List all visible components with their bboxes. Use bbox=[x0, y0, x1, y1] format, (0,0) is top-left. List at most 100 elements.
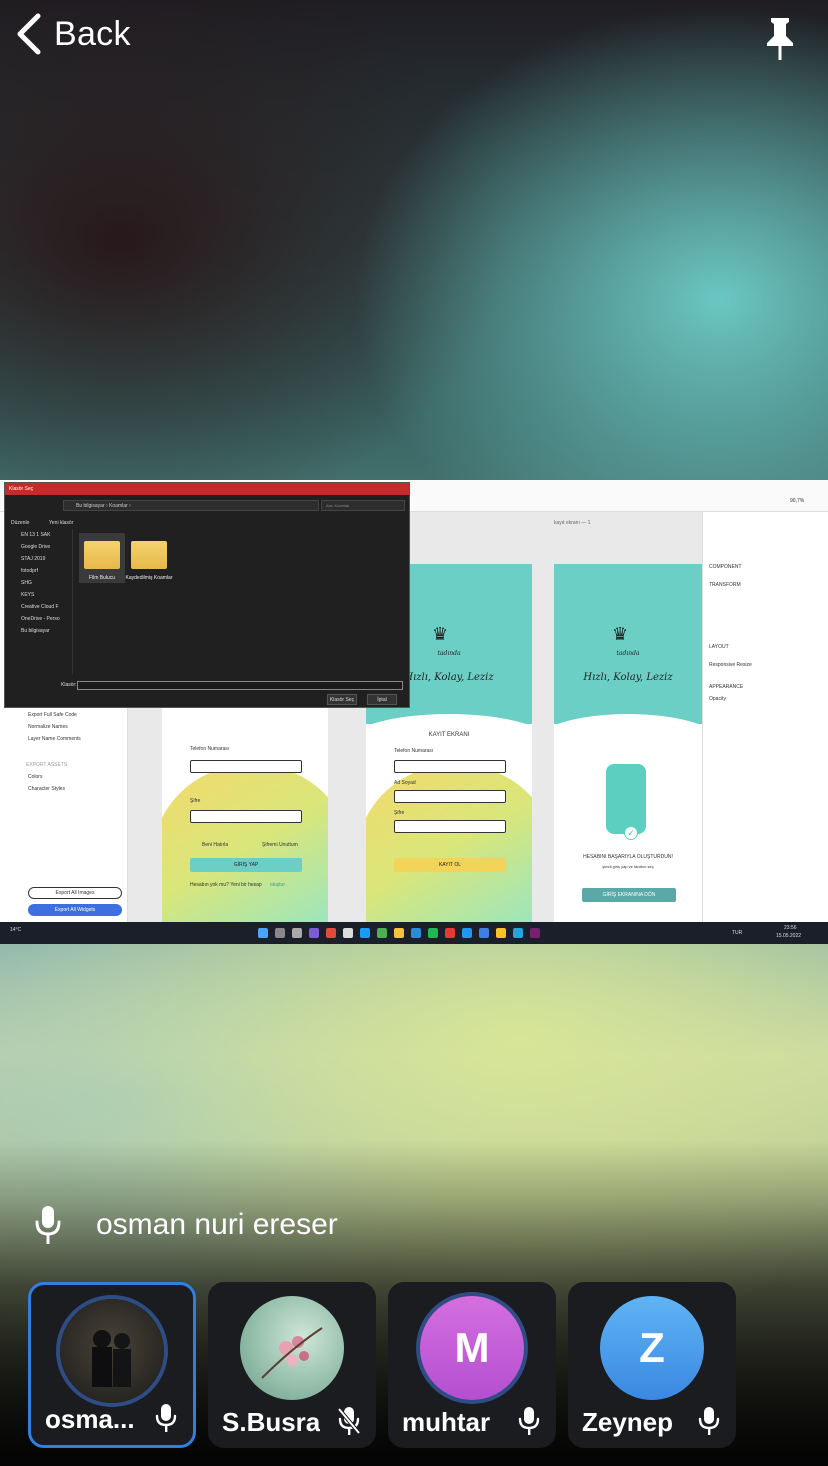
avatar bbox=[240, 1296, 344, 1400]
right-opacity: Opacity bbox=[709, 696, 726, 702]
left-item-0: Export Full Safe Code bbox=[28, 712, 77, 718]
cancel-button[interactable]: İptal bbox=[367, 694, 397, 705]
pin-icon[interactable] bbox=[762, 16, 798, 62]
taskbar-icons bbox=[258, 928, 540, 938]
filename-input[interactable] bbox=[77, 681, 403, 690]
microphone-icon bbox=[35, 1206, 61, 1244]
chef-hat-logo: ♛ bbox=[432, 624, 449, 644]
artboard-gradient bbox=[162, 764, 328, 924]
weather: 14°C bbox=[10, 927, 22, 933]
participant-name: S.Busra bbox=[222, 1407, 321, 1437]
participant-tile[interactable]: S.Busra bbox=[208, 1282, 376, 1448]
back-label: Back bbox=[54, 14, 131, 53]
lang-indicator: TUR bbox=[732, 930, 743, 936]
slogan: Hızlı, Kolay, Leziz bbox=[583, 672, 673, 683]
reg-name-label: Ad Soyad bbox=[394, 780, 416, 786]
participant-tile[interactable]: Z Zeynep bbox=[568, 1282, 736, 1448]
folder-icon[interactable] bbox=[131, 541, 167, 569]
reg-phone-field bbox=[394, 760, 506, 773]
clock-time: 23:56 bbox=[784, 925, 797, 931]
signup-footer: Hesabın yok mu? Yeni bir hesap bbox=[190, 882, 262, 888]
address-bar[interactable]: Bu bilgisayar › Koamlar › bbox=[63, 500, 319, 511]
shared-screen[interactable]: 90,7% Export Full Safe Code Normalize Na… bbox=[0, 480, 828, 944]
right-responsive: Responsive Resize bbox=[709, 662, 752, 668]
password-label: Şifre bbox=[190, 798, 201, 804]
chevron-left-icon bbox=[17, 13, 41, 55]
select-folder-button[interactable]: Klasör Seç bbox=[327, 694, 357, 705]
back-button[interactable]: Back bbox=[14, 12, 131, 56]
export-images-button[interactable]: Export All Images bbox=[28, 887, 122, 899]
right-component: COMPONENT bbox=[709, 564, 742, 570]
participant-name: Zeynep bbox=[582, 1407, 674, 1437]
clock-date: 15.05.2022 bbox=[776, 933, 802, 939]
avatar: M bbox=[420, 1296, 524, 1400]
dialog-sidebar: EN 13 1 SAK Google Drive STAJ 2019 fotod… bbox=[5, 529, 73, 675]
speaker-name: osman nuri ereser bbox=[96, 1208, 338, 1241]
sidebar-item[interactable]: STAJ 2019 bbox=[5, 553, 72, 565]
export-char-styles: Character Styles bbox=[28, 786, 65, 792]
toolbar-organize[interactable]: Düzenle bbox=[11, 520, 29, 526]
reg-password-label: Şifre bbox=[394, 810, 405, 816]
reg-name-field bbox=[394, 790, 506, 803]
sidebar-item[interactable]: OneDrive - Perso bbox=[5, 613, 72, 625]
password-field bbox=[190, 810, 302, 823]
success-title: HESABINI BAŞARIYLA OLUŞTURDUN! bbox=[583, 854, 673, 860]
success-sub: şimdi giriş yap ve tarafını seç bbox=[602, 864, 654, 869]
logo-word: tadında bbox=[616, 650, 640, 657]
artboard-success: ♛ tadında Hızlı, Kolay, Leziz ✓ HESABINI… bbox=[554, 564, 702, 924]
sidebar-item[interactable]: Google Drive bbox=[5, 541, 72, 553]
artboard-label: kayıt ekranı — 1 bbox=[554, 520, 591, 526]
microphone-icon bbox=[698, 1407, 720, 1435]
signup-link: oluştur bbox=[270, 882, 286, 888]
microphone-muted-icon bbox=[338, 1407, 360, 1435]
sidebar-item[interactable]: KEYS bbox=[5, 589, 72, 601]
check-icon: ✓ bbox=[624, 826, 638, 840]
microphone-icon bbox=[155, 1404, 177, 1432]
phone-label: Telefon Numarası bbox=[190, 746, 230, 752]
participant-name: osma... bbox=[45, 1404, 135, 1434]
left-item-1: Normalize Names bbox=[28, 724, 68, 730]
sidebar-item[interactable]: Creative Cloud F bbox=[5, 601, 72, 613]
xd-right-panel: COMPONENT TRANSFORM LAYOUT Responsive Re… bbox=[702, 512, 828, 922]
folder-label: Kaydedilmiş Koamlar bbox=[125, 575, 173, 581]
chef-hat-logo: ♛ bbox=[612, 624, 629, 644]
microphone-icon bbox=[518, 1407, 540, 1435]
folder-picker-dialog[interactable]: Klasör Seç Bu bilgisayar › Koamlar › Ara… bbox=[4, 482, 410, 708]
login-button: GİRİŞ YAP bbox=[190, 858, 302, 872]
sidebar-item[interactable]: fotodprf bbox=[5, 565, 72, 577]
avatar-photo bbox=[261, 1327, 323, 1379]
zoom-level: 90,7% bbox=[790, 498, 805, 504]
toolbar-new-folder[interactable]: Yeni klasör bbox=[49, 520, 73, 526]
reg-phone-label: Telefon Numarası bbox=[394, 748, 434, 754]
register-title: KAYIT EKRANI bbox=[428, 732, 470, 738]
avatar-photo bbox=[92, 1330, 131, 1387]
artboard-gradient bbox=[366, 764, 532, 924]
back-to-login-button: GİRİŞ EKRANINA DÖN bbox=[582, 888, 676, 902]
active-speaker: osman nuri ereser bbox=[34, 1204, 338, 1246]
dialog-title: Klasör Seç bbox=[5, 483, 409, 495]
reg-password-field bbox=[394, 820, 506, 833]
participant-tile[interactable]: osma... bbox=[28, 1282, 196, 1448]
export-colors: Colors bbox=[28, 774, 43, 780]
participant-name: muhtar bbox=[402, 1407, 491, 1437]
sidebar-item[interactable]: Bu bilgisayar bbox=[5, 625, 72, 637]
register-button: KAYIT OL bbox=[394, 858, 506, 872]
folder-label: Film Bulucu bbox=[88, 575, 116, 581]
export-assets-title: EXPORT ASSETS bbox=[26, 762, 68, 768]
folder-icon[interactable] bbox=[84, 541, 120, 569]
illustration bbox=[606, 764, 646, 834]
filename-label: Klasör: bbox=[61, 682, 77, 688]
dialog-search[interactable]: Ara: Koamlar bbox=[321, 500, 405, 511]
participant-tile[interactable]: M muhtar bbox=[388, 1282, 556, 1448]
export-widgets-button[interactable]: Export All Widgets bbox=[28, 904, 122, 916]
right-layout: LAYOUT bbox=[709, 644, 729, 650]
windows-taskbar: 14°C TUR 23:56 15.05.2022 bbox=[0, 922, 828, 944]
avatar bbox=[60, 1299, 164, 1403]
avatar: Z bbox=[600, 1296, 704, 1400]
right-appearance: APPEARANCE bbox=[709, 684, 744, 690]
phone-field bbox=[190, 760, 302, 773]
sidebar-item[interactable]: SHG bbox=[5, 577, 72, 589]
sidebar-item[interactable]: EN 13 1 SAK bbox=[5, 529, 72, 541]
right-transform: TRANSFORM bbox=[709, 582, 741, 588]
remember-label: Beni Hatırla bbox=[202, 842, 229, 848]
